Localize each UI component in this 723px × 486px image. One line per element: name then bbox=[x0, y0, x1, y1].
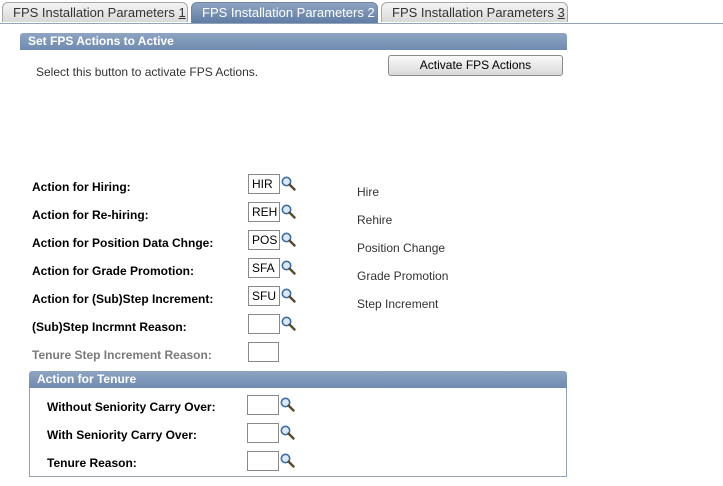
tab-label: FPS Installation Parameters 2 bbox=[202, 5, 375, 20]
without-seniority-label: Without Seniority Carry Over: bbox=[47, 400, 216, 414]
tab-accelerator: 1 bbox=[178, 5, 186, 20]
magnifier-lookup-icon[interactable] bbox=[280, 203, 296, 219]
substep-reason-input[interactable] bbox=[248, 314, 280, 334]
activate-fps-actions-button[interactable]: Activate FPS Actions bbox=[388, 55, 563, 76]
rehiring-label: Action for Re-hiring: bbox=[32, 208, 149, 222]
magnifier-lookup-icon[interactable] bbox=[279, 424, 295, 440]
tab-label: FPS Installation Parameters bbox=[13, 5, 179, 20]
step-increment-label: Action for (Sub)Step Increment: bbox=[32, 292, 214, 306]
tab-label: FPS Installation Parameters bbox=[392, 5, 558, 20]
magnifier-lookup-icon[interactable] bbox=[280, 287, 296, 303]
rehiring-description: Rehire bbox=[357, 213, 393, 227]
magnifier-lookup-icon[interactable] bbox=[279, 396, 295, 412]
tenure-step-reason-input[interactable] bbox=[248, 342, 279, 362]
position-change-action-input[interactable]: POS bbox=[248, 230, 280, 250]
substep-reason-label: (Sub)Step Incrmnt Reason: bbox=[32, 320, 187, 334]
magnifier-lookup-icon[interactable] bbox=[280, 315, 296, 331]
tab-fps-params-3[interactable]: FPS Installation Parameters 3 bbox=[381, 2, 568, 22]
with-seniority-input[interactable] bbox=[247, 423, 279, 443]
grade-promotion-description: Grade Promotion bbox=[357, 269, 449, 283]
step-increment-action-input[interactable]: SFU bbox=[248, 286, 280, 306]
magnifier-lookup-icon[interactable] bbox=[280, 175, 296, 191]
hiring-description: Hire bbox=[357, 185, 380, 199]
tenure-section-header: Action for Tenure bbox=[29, 371, 567, 388]
tenure-reason-input[interactable] bbox=[247, 451, 279, 471]
step-increment-description: Step Increment bbox=[357, 297, 439, 311]
magnifier-lookup-icon[interactable] bbox=[279, 452, 295, 468]
grade-promotion-action-input[interactable]: SFA bbox=[248, 258, 280, 278]
activate-section-header: Set FPS Actions to Active bbox=[20, 33, 567, 50]
tenure-reason-label: Tenure Reason: bbox=[47, 456, 137, 470]
with-seniority-label: With Seniority Carry Over: bbox=[47, 428, 197, 442]
rehiring-action-input[interactable]: REH bbox=[248, 202, 280, 222]
without-seniority-input[interactable] bbox=[247, 395, 279, 415]
tab-underline bbox=[0, 23, 723, 24]
tab-fps-params-2[interactable]: FPS Installation Parameters 2 bbox=[191, 2, 378, 24]
magnifier-lookup-icon[interactable] bbox=[280, 259, 296, 275]
position-change-label: Action for Position Data Chnge: bbox=[32, 236, 214, 250]
grade-promotion-label: Action for Grade Promotion: bbox=[32, 264, 194, 278]
hiring-label: Action for Hiring: bbox=[32, 180, 131, 194]
tab-fps-params-1[interactable]: FPS Installation Parameters 1 bbox=[2, 2, 188, 22]
hiring-action-input[interactable]: HIR bbox=[248, 174, 280, 194]
tab-bar: FPS Installation Parameters 1 FPS Instal… bbox=[0, 2, 723, 24]
position-change-description: Position Change bbox=[357, 241, 446, 255]
activate-instruction: Select this button to activate FPS Actio… bbox=[36, 65, 259, 79]
tab-accelerator: 3 bbox=[557, 5, 565, 20]
tenure-step-reason-label: Tenure Step Increment Reason: bbox=[32, 348, 212, 362]
magnifier-lookup-icon[interactable] bbox=[280, 231, 296, 247]
